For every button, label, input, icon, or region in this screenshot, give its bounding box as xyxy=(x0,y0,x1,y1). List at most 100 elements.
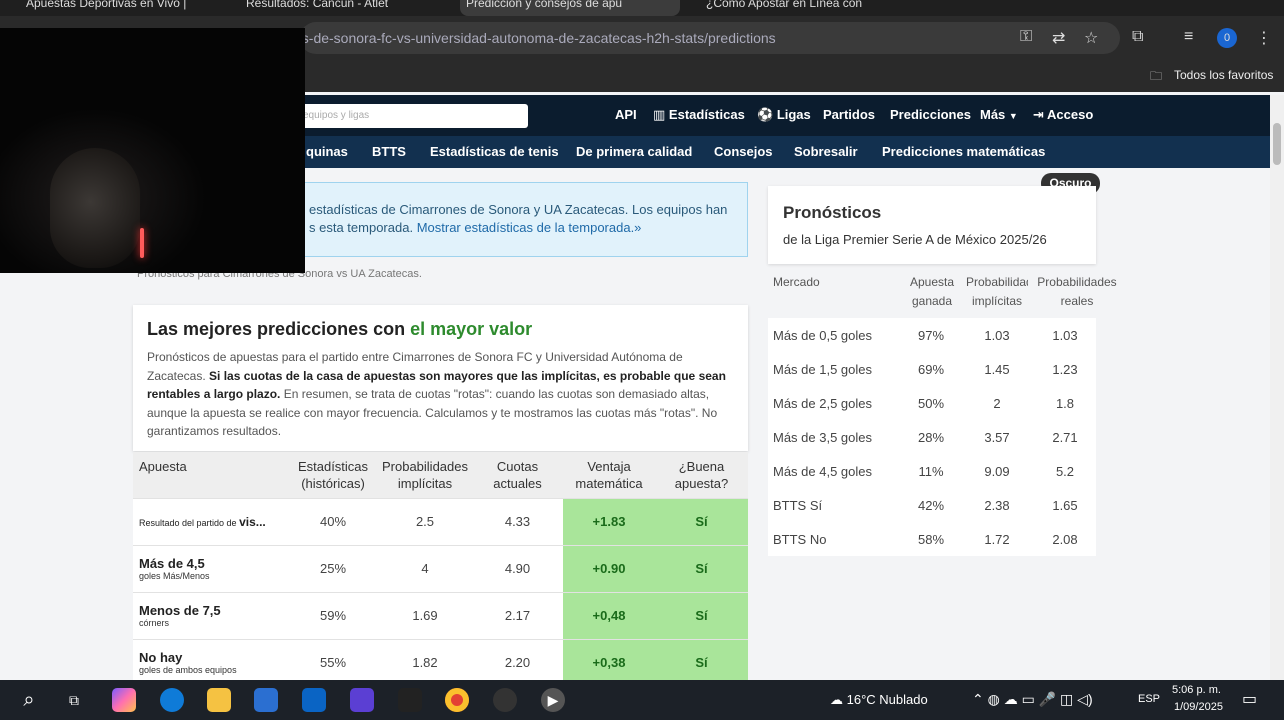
market-real-cell: 1.8 xyxy=(1055,396,1075,411)
all-bookmarks-link[interactable]: Todos los favoritos xyxy=(1174,68,1273,82)
bet-sub: goles Más/Menos xyxy=(139,571,210,581)
star-icon[interactable]: ☆ xyxy=(1084,28,1098,48)
market-market-cell: Más de 4,5 goles xyxy=(773,464,873,479)
subnav-tennis[interactable]: Estadísticas de tenis xyxy=(430,144,559,159)
tray-icons[interactable]: ⌃ ◍ ☁ ▭ 🎤 ◫ ◁) xyxy=(972,691,1093,708)
good-bet-cell: Sí xyxy=(655,544,748,592)
info-line-2-text: s esta temporada. xyxy=(309,220,414,235)
edge-cell: +0.90 xyxy=(563,544,655,592)
market-row[interactable]: Más de 1,5 goles 69% 1.45 1.23 xyxy=(768,352,1096,386)
stat-cell: 25% xyxy=(288,544,378,592)
market-row[interactable]: Más de 0,5 goles 97% 1.03 1.03 xyxy=(768,318,1096,352)
odds-cell: 2.17 xyxy=(472,591,563,639)
bet-main: Más de 4,5 xyxy=(139,556,205,571)
play-icon[interactable]: ▶ xyxy=(541,688,565,712)
nav-predictions[interactable]: Predicciones xyxy=(890,107,971,122)
chrome-icon[interactable] xyxy=(445,688,469,712)
menu-kebab-icon[interactable]: ⋮ xyxy=(1256,28,1272,48)
subnav-excel[interactable]: Sobresalir xyxy=(794,144,858,159)
nav-stats-label: Estadísticas xyxy=(668,107,745,122)
col-bet[interactable]: Apuesta xyxy=(133,452,288,498)
show-season-stats-link[interactable]: Mostrar estadísticas de la temporada.» xyxy=(417,220,642,235)
col-market[interactable]: Mercado xyxy=(773,273,820,292)
browser-tab[interactable]: Apuestas Deportivas en Vivo | xyxy=(20,0,225,16)
nav-api[interactable]: API xyxy=(615,107,637,122)
table-row[interactable]: Más de 4,5 goles Más/Menos 25% 4 4.90 +0.… xyxy=(133,544,748,592)
ball-icon: ⚽ xyxy=(757,107,774,122)
edge-cell: +0,48 xyxy=(563,591,655,639)
copilot-icon[interactable] xyxy=(112,688,136,712)
table-row[interactable]: No hay goles de ambos equipos 55% 1.82 2.… xyxy=(133,638,748,686)
nav-leagues[interactable]: ⚽ Ligas xyxy=(757,107,811,123)
file-explorer-icon[interactable] xyxy=(207,688,231,712)
col-historical[interactable]: Estadísticas (históricas) xyxy=(288,452,378,498)
odds-cell: 4.90 xyxy=(472,544,563,592)
webcam-light xyxy=(140,228,144,258)
stat-cell: 40% xyxy=(288,497,378,545)
outlook-icon[interactable] xyxy=(302,688,326,712)
market-market-cell: BTTS Sí xyxy=(773,498,823,513)
col-good-bet[interactable]: ¿Buena apuesta? xyxy=(655,452,748,498)
profile-avatar[interactable]: 0 xyxy=(1217,28,1237,48)
app-icon[interactable] xyxy=(398,688,422,712)
store-icon[interactable] xyxy=(254,688,278,712)
media-icon[interactable]: ≡ xyxy=(1184,28,1193,46)
browser-tab[interactable]: Resultados: Cancún - Atlét xyxy=(240,0,450,16)
subnav-btts[interactable]: BTTS xyxy=(372,144,406,159)
pronosticos-subtitle: de la Liga Premier Serie A de México 202… xyxy=(783,232,1047,247)
col-won[interactable]: Apuesta ganada xyxy=(906,273,958,311)
nav-login[interactable]: ⇥ Acceso xyxy=(1033,107,1093,123)
scrollbar-thumb[interactable] xyxy=(1273,123,1281,165)
table-row[interactable]: Resultado del partido de vis... 40% 2.5 … xyxy=(133,497,748,545)
recorder-icon[interactable] xyxy=(493,688,517,712)
market-row[interactable]: BTTS No 58% 1.72 2.08 xyxy=(768,522,1096,556)
market-implied-cell: 2.38 xyxy=(984,498,1010,513)
browser-tab-active[interactable]: Predicción y consejos de apu xyxy=(460,0,680,16)
market-row[interactable]: Más de 3,5 goles 28% 3.57 2.71 xyxy=(768,420,1096,454)
page-scrollbar[interactable] xyxy=(1270,95,1284,680)
subnav-corners[interactable]: quinas xyxy=(306,144,348,159)
extensions-icon[interactable]: ⧉ xyxy=(1132,28,1143,46)
url-bar[interactable]: es-de-sonora-fc-vs-universidad-autonoma-… xyxy=(294,22,1120,54)
col-edge[interactable]: Ventaja matemática xyxy=(563,452,655,498)
info-line-1: estadísticas de Cimarrones de Sonora y U… xyxy=(309,202,728,217)
predictions-table: Apuesta Estadísticas (históricas) Probab… xyxy=(133,452,748,686)
table-row[interactable]: Menos de 7,5 córners 59% 1.69 2.17 +0,48 … xyxy=(133,591,748,639)
task-view-icon[interactable]: ⧉ xyxy=(62,688,86,712)
title-plain: Las mejores predicciones con xyxy=(147,319,411,339)
weather-widget[interactable]: ☁ 16°C Nublado xyxy=(830,692,928,708)
notifications-icon[interactable]: ▭ xyxy=(1242,689,1257,709)
language-indicator[interactable]: ESP xyxy=(1138,693,1160,705)
nav-matches[interactable]: Partidos xyxy=(823,107,875,122)
subnav-tips[interactable]: Consejos xyxy=(714,144,773,159)
stat-cell: 59% xyxy=(288,591,378,639)
subnav-premium[interactable]: De primera calidad xyxy=(576,144,692,159)
clock-date[interactable]: 1/09/2025 xyxy=(1174,701,1223,713)
col-implied[interactable]: Probabilidades implícitas xyxy=(378,452,472,498)
site-search-input[interactable]: equipos y ligas xyxy=(295,104,528,128)
edge-icon[interactable] xyxy=(160,688,184,712)
windows-taskbar: ⌕ ⧉ ▶ ☁ 16°C Nublado ⌃ ◍ ☁ ▭ 🎤 ◫ ◁) ESP … xyxy=(0,680,1284,720)
col-odds[interactable]: Cuotas actuales xyxy=(472,452,563,498)
market-row[interactable]: Más de 2,5 goles 50% 2 1.8 xyxy=(768,386,1096,420)
market-row[interactable]: Más de 4,5 goles 11% 9.09 5.2 xyxy=(768,454,1096,488)
folder-icon: 🗀 xyxy=(1150,69,1163,83)
nav-more[interactable]: Más ▼ xyxy=(980,107,1018,122)
market-row[interactable]: BTTS Sí 42% 2.38 1.65 xyxy=(768,488,1096,522)
nav-stats[interactable]: ▥ Estadísticas xyxy=(653,107,745,123)
market-table-header: Mercado Apuesta ganada Probabilidades im… xyxy=(768,270,1117,316)
market-real-cell: 2.08 xyxy=(1052,532,1078,547)
media-player-icon[interactable] xyxy=(350,688,374,712)
good-bet-cell: Sí xyxy=(655,638,748,686)
subnav-math[interactable]: Predicciones matemáticas xyxy=(882,144,1045,159)
translate-icon[interactable]: ⇄ xyxy=(1052,28,1065,48)
info-line-2: s esta temporada. Mostrar estadísticas d… xyxy=(309,219,747,237)
clock-time[interactable]: 5:06 p. m. xyxy=(1172,684,1221,696)
col-implied-prob[interactable]: Probabilidades implícitas xyxy=(966,273,1028,311)
browser-tab[interactable]: ¿Cómo Apostar en Línea con xyxy=(700,0,890,16)
market-real-cell: 1.03 xyxy=(1052,328,1078,343)
search-icon[interactable]: ⌕ xyxy=(17,688,41,712)
key-icon[interactable]: ⚿ xyxy=(1020,28,1032,46)
market-real-cell: 5.2 xyxy=(1055,464,1075,479)
col-real-prob[interactable]: Probabilidades reales xyxy=(1035,273,1119,311)
